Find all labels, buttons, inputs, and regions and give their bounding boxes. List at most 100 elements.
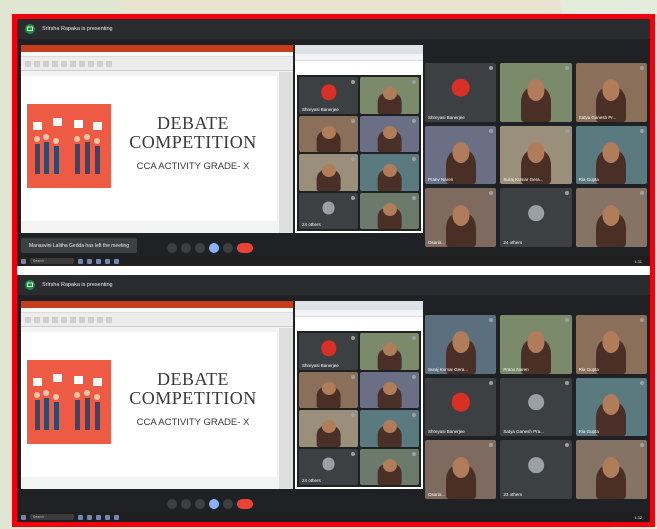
- leave-call-button[interactable]: [237, 243, 253, 253]
- participant-tile[interactable]: 23 others: [500, 440, 572, 499]
- captions-button[interactable]: [195, 243, 205, 253]
- participant-tile[interactable]: [299, 371, 358, 408]
- participant-tile[interactable]: [575, 188, 647, 247]
- screenshot-divider: [17, 266, 650, 275]
- taskbar-app-icon[interactable]: [87, 258, 92, 264]
- participant-tile[interactable]: Pranv Naren: [425, 125, 497, 185]
- taskbar-app-icon[interactable]: [105, 258, 110, 264]
- taskbar-app-icon[interactable]: [105, 514, 110, 520]
- slide-subtitle: CCA ACTIVITY GRADE- X: [136, 417, 250, 428]
- mic-status-icon: [351, 336, 355, 340]
- participant-tile[interactable]: Shreyasi Banerjee: [299, 77, 358, 114]
- participant-tile[interactable]: Shreyasi Banerjee: [425, 377, 497, 437]
- mic-button[interactable]: [167, 499, 177, 509]
- mic-status-icon: [351, 118, 355, 123]
- participant-name: 24 others: [302, 222, 321, 227]
- participant-tile[interactable]: Shreyasi Banerjee: [299, 333, 358, 370]
- participant-tile[interactable]: Suraj Kumar Gera...: [500, 125, 572, 185]
- participant-tile[interactable]: Ria Gupta: [575, 125, 647, 185]
- ppt-ribbon: [21, 313, 293, 327]
- mic-status-icon: [412, 374, 416, 379]
- mic-button[interactable]: [167, 243, 177, 253]
- mic-status-icon: [640, 380, 644, 385]
- participant-tile[interactable]: Ria Gupta: [575, 315, 647, 374]
- participant-tile[interactable]: [360, 192, 419, 229]
- participant-tile[interactable]: [299, 410, 358, 447]
- meeting-controls: [167, 242, 253, 254]
- windows-start-icon[interactable]: [21, 514, 26, 520]
- participant-avatar: [320, 340, 337, 356]
- ppt-scrollbar[interactable]: [279, 72, 293, 233]
- browser-tabbar: [295, 301, 423, 310]
- participant-name: Osaria...: [428, 492, 446, 497]
- leave-call-button[interactable]: [237, 499, 253, 509]
- participant-tile[interactable]: [360, 410, 419, 447]
- participant-name: Shreyasi Banerjee: [428, 429, 465, 435]
- more-button[interactable]: [223, 243, 233, 253]
- mic-status-icon: [489, 128, 494, 133]
- participant-tile[interactable]: [500, 63, 572, 122]
- participant-tile[interactable]: [575, 440, 647, 499]
- participant-name: Satya Ganesh Pr...: [578, 114, 617, 120]
- participant-tile[interactable]: [360, 115, 419, 152]
- participant-tile[interactable]: Shreyasi Banerjee: [425, 63, 497, 122]
- taskbar-app-icon[interactable]: [114, 514, 119, 520]
- present-button[interactable]: [209, 499, 219, 509]
- participant-tile[interactable]: [360, 371, 419, 408]
- taskbar-app-icon[interactable]: [78, 514, 83, 520]
- mini-participant-grid: Shreyasi Banerjee 24 others: [297, 331, 421, 487]
- mic-status-icon: [412, 80, 416, 84]
- mic-status-icon: [564, 443, 569, 448]
- windows-start-icon[interactable]: [21, 258, 26, 264]
- mic-status-icon: [640, 443, 644, 448]
- participant-tile[interactable]: 24 others: [500, 188, 572, 247]
- captions-button[interactable]: [195, 499, 205, 509]
- slide-subtitle: CCA ACTIVITY GRADE- X: [136, 161, 250, 172]
- others-group-icon: [322, 201, 335, 215]
- mic-status-icon: [640, 318, 644, 322]
- participant-tile[interactable]: [360, 77, 419, 114]
- browser-window: Shreyasi Banerjee 24 others: [295, 45, 423, 233]
- participant-tile[interactable]: Ria Gupta: [575, 377, 647, 437]
- participant-tile[interactable]: Osaria...: [425, 440, 497, 499]
- mic-status-icon: [489, 443, 494, 448]
- presenter-banner: Srirsha Rapaka is presenting: [42, 282, 113, 288]
- mic-status-icon: [412, 451, 416, 456]
- participant-name: Shreyasi Banerjee: [428, 114, 465, 120]
- taskbar-app-icon[interactable]: [96, 258, 101, 264]
- participant-tile[interactable]: 24 others: [299, 448, 358, 485]
- participant-tile[interactable]: [360, 448, 419, 485]
- browser-addressbar[interactable]: [295, 54, 423, 61]
- present-button[interactable]: [209, 243, 219, 253]
- participant-tile[interactable]: [299, 154, 358, 191]
- participant-avatar: [320, 84, 337, 100]
- taskbar-search[interactable]: Search: [30, 514, 74, 520]
- slide-title-line2: COMPETITION: [129, 132, 257, 152]
- more-button[interactable]: [223, 499, 233, 509]
- slide-canvas: DEBATE COMPETITION CCA ACTIVITY GRADE- X: [21, 332, 277, 477]
- debate-illustration: [27, 360, 111, 444]
- others-group-icon: [528, 205, 544, 221]
- participant-name: Ria Gupta: [578, 429, 599, 435]
- browser-addressbar[interactable]: [295, 310, 423, 317]
- mic-status-icon: [489, 191, 494, 196]
- participant-tile[interactable]: [360, 333, 419, 370]
- participant-tile[interactable]: [299, 115, 358, 152]
- participant-tile[interactable]: 24 others: [299, 192, 358, 229]
- participant-grid: Shreyasi Banerjee Satya Ganesh Pr... Pranv…: [425, 63, 647, 247]
- participant-tile[interactable]: Pranv Naren: [500, 315, 572, 374]
- mic-status-icon: [489, 380, 494, 385]
- participant-tile[interactable]: Suraj Kumar Gera...: [425, 315, 497, 374]
- camera-button[interactable]: [181, 243, 191, 253]
- taskbar-search[interactable]: Search: [30, 258, 74, 264]
- taskbar-app-icon[interactable]: [87, 514, 92, 520]
- participant-tile[interactable]: Satya Ganesh Pr...: [575, 63, 647, 122]
- ppt-scrollbar[interactable]: [279, 328, 293, 489]
- participant-tile[interactable]: Osaria...: [425, 188, 497, 247]
- taskbar-app-icon[interactable]: [78, 258, 83, 264]
- participant-tile[interactable]: [360, 154, 419, 191]
- taskbar-app-icon[interactable]: [114, 258, 119, 264]
- taskbar-app-icon[interactable]: [96, 514, 101, 520]
- participant-tile[interactable]: Satya Ganesh Pra...: [500, 377, 572, 437]
- camera-button[interactable]: [181, 499, 191, 509]
